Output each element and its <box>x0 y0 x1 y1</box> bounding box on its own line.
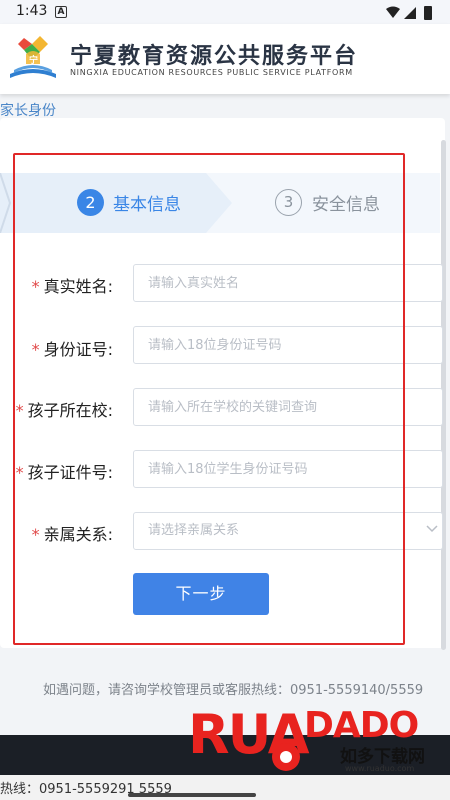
svg-text:宁: 宁 <box>29 54 38 66</box>
label-id-number: * 身份证号: <box>31 340 113 359</box>
relationship-select[interactable]: 请选择亲属关系 <box>133 512 443 550</box>
required-mark: * <box>31 277 40 296</box>
status-time: 1:43 <box>16 3 48 19</box>
tab-parent-identity[interactable]: 家长身份 <box>0 100 56 120</box>
id-number-input[interactable] <box>133 326 443 364</box>
next-step-button[interactable]: 下一步 <box>133 573 269 615</box>
signal-icon <box>404 7 416 19</box>
label-child-school: * 孩子所在校: <box>15 401 113 420</box>
step-number-2: 2 <box>77 189 104 216</box>
step-label-basic-info: 基本信息 <box>113 195 181 215</box>
label-relationship: * 亲属关系: <box>31 525 113 544</box>
child-id-input[interactable] <box>133 450 443 488</box>
home-indicator[interactable] <box>128 793 256 797</box>
wifi-icon <box>386 6 400 18</box>
watermark-url: www.ruaduo.com <box>345 764 415 773</box>
required-mark: * <box>15 401 24 420</box>
label-child-id: * 孩子证件号: <box>15 463 113 482</box>
notification-icon: A <box>55 6 67 18</box>
status-icons <box>386 6 432 20</box>
platform-logo: 宁 <box>10 36 56 78</box>
site-subtitle: NINGXIA EDUCATION RESOURCES PUBLIC SERVI… <box>70 68 353 77</box>
chevron-down-icon <box>426 525 438 533</box>
step-number-3: 3 <box>275 189 302 216</box>
required-mark: * <box>15 463 24 482</box>
child-school-input[interactable] <box>133 388 443 426</box>
step-label-security-info: 安全信息 <box>312 195 380 215</box>
label-real-name: * 真实姓名: <box>31 277 113 296</box>
app-header: 宁 宁夏教育资源公共服务平台 NINGXIA EDUCATION RESOURC… <box>0 24 450 94</box>
svg-text:DADO: DADO <box>304 705 418 746</box>
real-name-input[interactable] <box>133 264 443 302</box>
site-title: 宁夏教育资源公共服务平台 <box>70 44 359 69</box>
battery-icon <box>424 6 432 20</box>
required-mark: * <box>31 340 40 359</box>
status-bar: 1:43 A <box>0 0 450 24</box>
required-mark: * <box>31 525 40 544</box>
